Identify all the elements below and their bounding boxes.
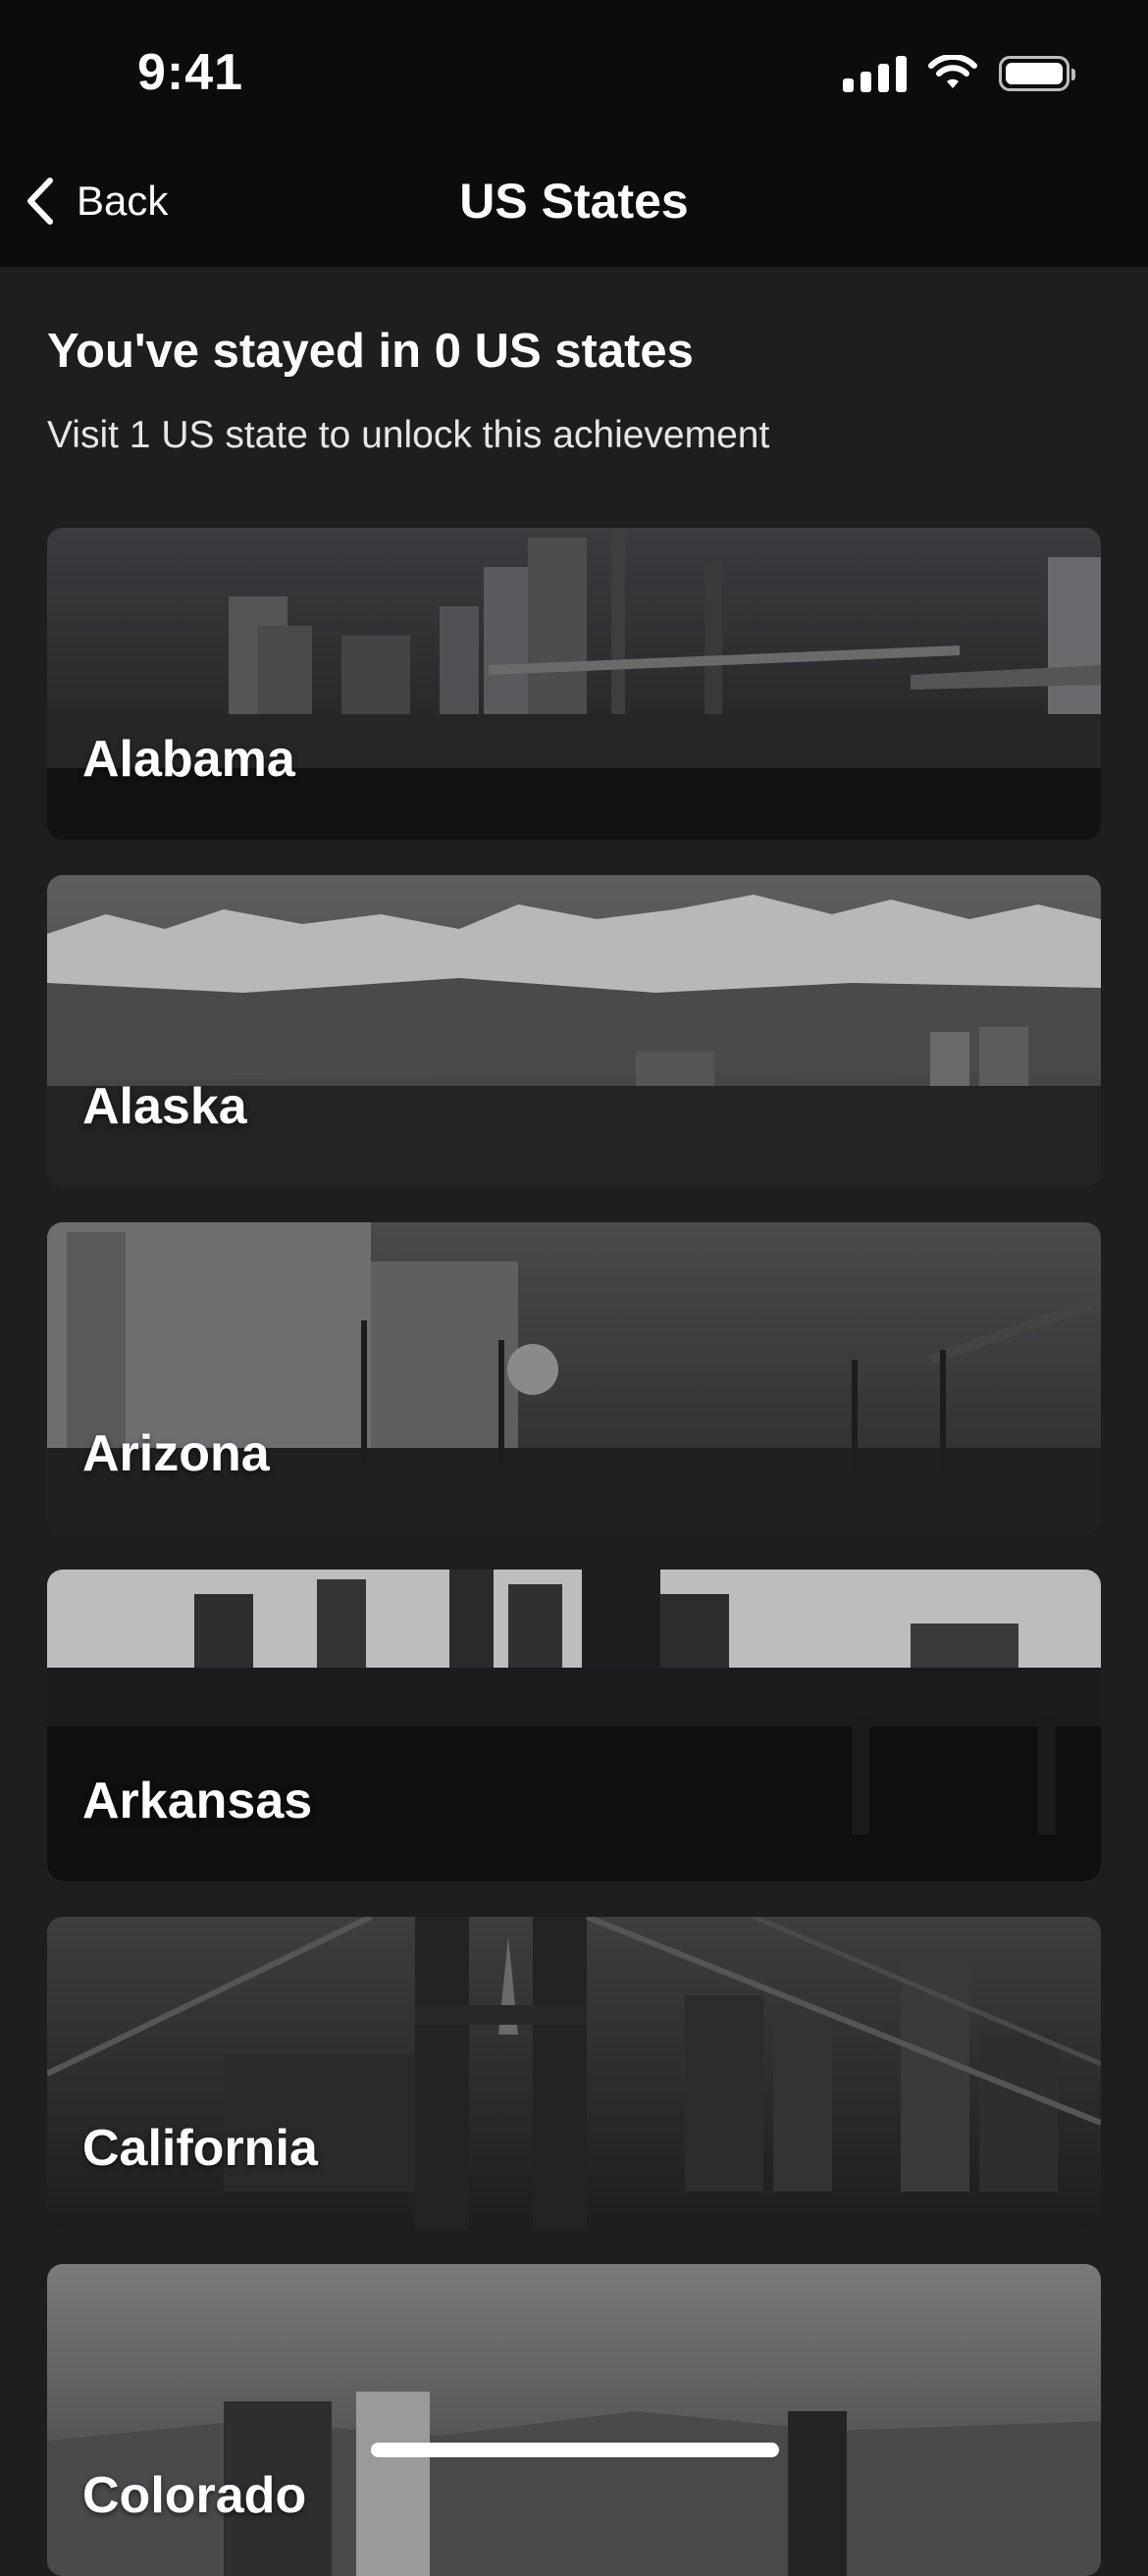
wifi-icon [928,55,977,88]
state-card-arizona[interactable]: Arizona [47,1222,1101,1534]
state-name: California [82,2120,318,2177]
city-skyline-image [47,2264,1101,2576]
state-name: Alabama [82,731,295,788]
state-card-alabama[interactable]: Alabama [47,528,1101,840]
state-card-alaska[interactable]: Alaska [47,875,1101,1187]
mountain-city-image [47,875,1101,1187]
status-icons [843,55,1075,92]
state-name: Arkansas [82,1773,313,1829]
state-card-california[interactable]: California [47,1917,1101,2229]
palm-city-image [47,1222,1101,1534]
state-name: Arizona [82,1425,270,1482]
state-name: Colorado [82,2467,307,2524]
bridge-city-image [47,1917,1101,2229]
achievement-headline: You've stayed in 0 US states [47,325,694,378]
battery-icon [999,56,1075,91]
state-card-arkansas[interactable]: Arkansas [47,1570,1101,1881]
top-bar: 9:41 Back US States [0,0,1148,267]
river-city-image [47,1570,1101,1881]
state-name: Alaska [82,1078,247,1135]
state-card-colorado[interactable]: Colorado [47,2264,1101,2576]
status-time: 9:41 [137,44,244,101]
cellular-signal-icon [843,55,907,92]
city-skyline-image [47,528,1101,840]
achievement-subline: Visit 1 US state to unlock this achievem… [47,414,770,456]
home-indicator[interactable] [371,2443,779,2457]
page-title: US States [459,174,689,229]
